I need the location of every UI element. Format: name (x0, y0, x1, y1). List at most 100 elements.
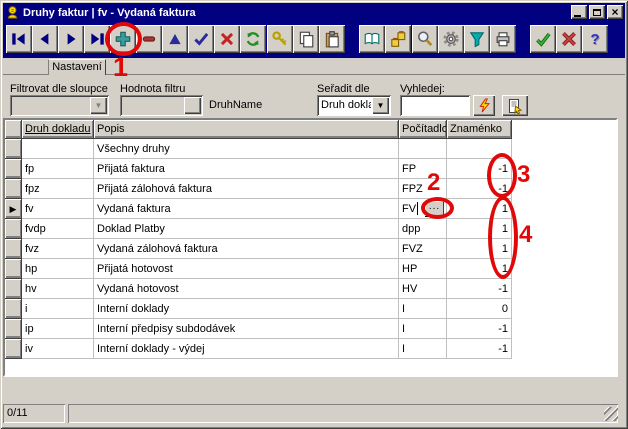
row-selector[interactable] (5, 279, 22, 299)
lookup-book-button[interactable] (359, 25, 385, 53)
cell-code[interactable]: hv (22, 279, 94, 299)
print-button[interactable] (490, 25, 516, 53)
catalog-button[interactable] (385, 25, 411, 53)
report-pick-button[interactable] (502, 95, 528, 116)
cell-znamenko[interactable]: 1 (447, 219, 512, 239)
cell-code[interactable]: ip (22, 319, 94, 339)
cell-pocitadlo[interactable]: HV (399, 279, 447, 299)
table-row[interactable]: hvVydaná hotovostHV-1 (5, 279, 512, 299)
cell-znamenko[interactable] (447, 139, 512, 159)
table-row[interactable]: hpPřijatá hotovostHP1 (5, 259, 512, 279)
last-record-button[interactable] (84, 25, 110, 53)
cell-popis[interactable]: Vydaná hotovost (94, 279, 399, 299)
cell-code[interactable]: fvdp (22, 219, 94, 239)
cell-popis[interactable]: Přijatá faktura (94, 159, 399, 179)
cell-znamenko[interactable]: 1 (447, 239, 512, 259)
cell-znamenko[interactable]: 1 (447, 199, 512, 219)
cell-code[interactable]: hp (22, 259, 94, 279)
help-button[interactable]: ? (582, 25, 608, 53)
close-form-button[interactable] (556, 25, 582, 53)
row-selector[interactable] (5, 179, 22, 199)
row-selector[interactable] (5, 139, 22, 159)
table-row[interactable]: iInterní dokladyI0 (5, 299, 512, 319)
cell-znamenko[interactable]: -1 (447, 339, 512, 359)
row-selector[interactable] (5, 159, 22, 179)
current-row-marker[interactable]: ▶ (5, 199, 22, 219)
cell-popis[interactable]: Doklad Platby (94, 219, 399, 239)
cell-znamenko[interactable]: 0 (447, 299, 512, 319)
lightning-search-button[interactable] (473, 95, 495, 116)
chevron-down-icon[interactable]: ▼ (90, 97, 107, 114)
cell-code[interactable] (22, 139, 94, 159)
table-row[interactable]: fvzVydaná zálohová fakturaFVZ1 (5, 239, 512, 259)
cell-code[interactable]: i (22, 299, 94, 319)
row-selector[interactable] (5, 259, 22, 279)
search-button[interactable] (412, 25, 438, 53)
cell-pocitadlo[interactable]: FPZ (399, 179, 447, 199)
post-edit-button[interactable] (188, 25, 214, 53)
delete-record-button[interactable] (136, 25, 162, 53)
cell-popis[interactable]: Všechny druhy (94, 139, 399, 159)
cell-code[interactable]: fv (22, 199, 94, 219)
cell-pocitadlo[interactable]: HP (399, 259, 447, 279)
table-row[interactable]: Všechny druhy (5, 139, 512, 159)
column-header-popis[interactable]: Popis (94, 120, 399, 139)
prior-record-button[interactable] (32, 25, 58, 53)
resize-grip[interactable] (604, 407, 618, 421)
table-row-current[interactable]: ▶ fv Vydaná faktura FV... 1 (5, 199, 512, 219)
edit-record-button[interactable] (162, 25, 188, 53)
insert-record-button[interactable] (110, 25, 136, 53)
cell-znamenko[interactable]: 1 (447, 259, 512, 279)
cell-code[interactable]: fvz (22, 239, 94, 259)
table-row[interactable]: fpzPřijatá zálohová fakturaFPZ-1 (5, 179, 512, 199)
paste-button[interactable] (319, 25, 345, 53)
first-record-button[interactable] (6, 25, 32, 53)
row-selector[interactable] (5, 339, 22, 359)
row-selector[interactable] (5, 219, 22, 239)
cell-popis[interactable]: Vydaná zálohová faktura (94, 239, 399, 259)
column-header-druh-dokladu[interactable]: Druh dokladu (22, 120, 94, 139)
cell-code[interactable]: iv (22, 339, 94, 359)
sort-combo[interactable]: Druh dokla ▼ (317, 95, 391, 116)
cell-popis[interactable]: Interní doklady - výdej (94, 339, 399, 359)
ok-button[interactable] (530, 25, 556, 53)
chevron-down-icon[interactable]: ▼ (372, 97, 389, 114)
cell-znamenko[interactable]: -1 (447, 319, 512, 339)
row-selector[interactable] (5, 299, 22, 319)
cell-popis[interactable]: Interní předpisy subdodávek (94, 319, 399, 339)
refresh-button[interactable] (240, 25, 266, 53)
cell-popis[interactable]: Přijatá hotovost (94, 259, 399, 279)
column-header-znamenko[interactable]: Znaménko (447, 120, 512, 139)
cancel-edit-button[interactable] (214, 25, 240, 53)
cell-znamenko[interactable]: -1 (447, 279, 512, 299)
cell-code[interactable]: fpz (22, 179, 94, 199)
cell-pocitadlo[interactable]: I (399, 339, 447, 359)
maximize-button[interactable] (589, 5, 605, 19)
close-button[interactable]: × (607, 5, 623, 19)
cell-pocitadlo[interactable]: FP (399, 159, 447, 179)
cell-pocitadlo[interactable]: FVZ (399, 239, 447, 259)
cell-code[interactable]: fp (22, 159, 94, 179)
table-row[interactable]: ipInterní předpisy subdodávekI-1 (5, 319, 512, 339)
filter-button[interactable] (464, 25, 490, 53)
ellipsis-button[interactable]: ... (425, 201, 444, 216)
key-button[interactable] (267, 25, 293, 53)
minimize-button[interactable] (571, 5, 587, 19)
cell-popis[interactable]: Vydaná faktura (94, 199, 399, 219)
row-selector[interactable] (5, 319, 22, 339)
search-input[interactable] (400, 95, 470, 116)
table-row[interactable]: fpPřijatá fakturaFP-1 (5, 159, 512, 179)
settings-button[interactable] (438, 25, 464, 53)
cell-popis[interactable]: Přijatá zálohová faktura (94, 179, 399, 199)
cell-znamenko[interactable]: -1 (447, 179, 512, 199)
cell-pocitadlo[interactable]: dpp (399, 219, 447, 239)
filter-column-combo[interactable]: ▼ (10, 95, 109, 116)
tab-settings[interactable]: Nastavení (48, 59, 106, 75)
cell-pocitadlo[interactable] (399, 139, 447, 159)
next-record-button[interactable] (58, 25, 84, 53)
column-header-pocitadlo[interactable]: Počítadlo (399, 120, 447, 139)
cell-pocitadlo[interactable]: I (399, 299, 447, 319)
table-row[interactable]: fvdpDoklad Platbydpp1 (5, 219, 512, 239)
table-row[interactable]: ivInterní doklady - výdejI-1 (5, 339, 512, 359)
cell-pocitadlo-editing[interactable]: FV... (399, 199, 447, 219)
